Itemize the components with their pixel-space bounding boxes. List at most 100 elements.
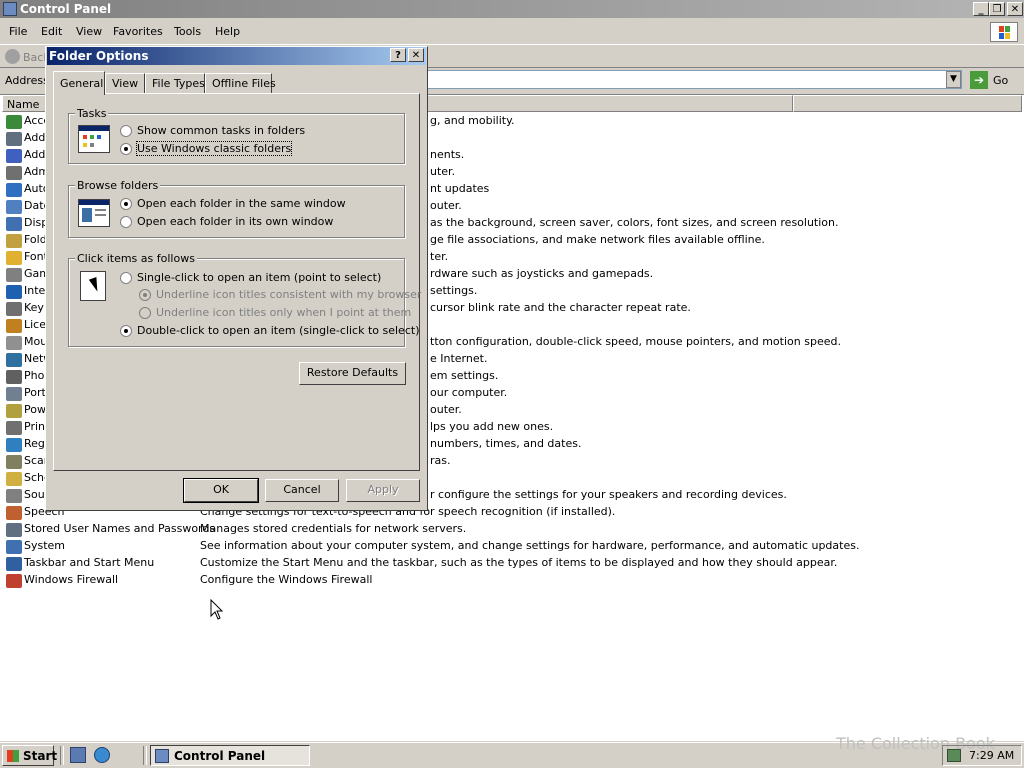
dialog-titlebar[interactable]: Folder Options ? ✕: [47, 47, 426, 65]
list-item-name[interactable]: System: [24, 539, 65, 552]
double-click-label[interactable]: Double-click to open an item (single-cli…: [137, 324, 419, 337]
go-button[interactable]: Go: [993, 74, 1008, 87]
apply-button[interactable]: Apply: [346, 479, 420, 502]
go-arrow-icon[interactable]: ➔: [970, 71, 988, 89]
list-item-icon[interactable]: [6, 336, 22, 350]
list-item-icon[interactable]: [6, 421, 22, 435]
back-arrow-icon[interactable]: [5, 49, 20, 64]
menu-edit[interactable]: Edit: [41, 25, 62, 38]
own-window-label[interactable]: Open each folder in its own window: [137, 215, 333, 228]
double-click-radio[interactable]: [120, 325, 132, 337]
list-item-name[interactable]: Fold: [24, 233, 47, 246]
close-button[interactable]: ✕: [1007, 2, 1023, 16]
list-item-icon[interactable]: [6, 251, 22, 265]
same-window-label[interactable]: Open each folder in the same window: [137, 197, 346, 210]
list-item-icon[interactable]: [6, 540, 22, 554]
list-item-name[interactable]: Pow: [24, 403, 46, 416]
single-click-radio[interactable]: [120, 272, 132, 284]
list-item-name[interactable]: Stored User Names and Passwords: [24, 522, 215, 535]
same-window-illustration-icon: [78, 199, 110, 227]
list-item-description: tton configuration, double-click speed, …: [430, 335, 841, 348]
control-panel-task-icon: [155, 749, 169, 763]
system-tray: 7:29 AM: [942, 745, 1022, 766]
column-header-extra[interactable]: [793, 95, 1022, 112]
list-item-name[interactable]: Windows Firewall: [24, 573, 118, 586]
list-item-icon[interactable]: [6, 574, 22, 588]
list-item-icon[interactable]: [6, 166, 22, 180]
menu-tools[interactable]: Tools: [174, 25, 201, 38]
list-item-icon[interactable]: [6, 489, 22, 503]
menu-bar: File Edit View Favorites Tools Help: [0, 22, 1024, 42]
list-item-icon[interactable]: [6, 404, 22, 418]
dialog-close-button[interactable]: ✕: [408, 48, 424, 62]
list-item-icon[interactable]: [6, 217, 22, 231]
network-tray-icon[interactable]: [947, 749, 961, 762]
list-item-icon[interactable]: [6, 149, 22, 163]
list-item-icon[interactable]: [6, 370, 22, 384]
underline-point-label[interactable]: Underline icon titles only when I point …: [156, 306, 411, 319]
list-item-name[interactable]: Mou: [24, 335, 47, 348]
list-item-icon[interactable]: [6, 506, 22, 520]
list-item-icon[interactable]: [6, 285, 22, 299]
address-dropdown-icon[interactable]: ▼: [946, 71, 961, 88]
list-item-icon[interactable]: [6, 319, 22, 333]
menu-favorites[interactable]: Favorites: [113, 25, 163, 38]
list-item-description: Manages stored credentials for network s…: [200, 522, 467, 535]
list-item-description: ras.: [430, 454, 451, 467]
tab-view[interactable]: View: [105, 73, 145, 93]
window-title: Control Panel: [20, 2, 112, 16]
ok-button[interactable]: OK: [183, 478, 259, 503]
list-item-icon[interactable]: [6, 438, 22, 452]
cancel-button[interactable]: Cancel: [265, 479, 339, 502]
list-item-icon[interactable]: [6, 523, 22, 537]
list-item-description: r configure the settings for your speake…: [430, 488, 787, 501]
underline-browser-radio[interactable]: [139, 289, 151, 301]
menu-file[interactable]: File: [9, 25, 27, 38]
show-common-tasks-radio[interactable]: [120, 125, 132, 137]
restore-button[interactable]: ❐: [989, 2, 1005, 16]
list-item-icon[interactable]: [6, 115, 22, 129]
menu-view[interactable]: View: [76, 25, 102, 38]
control-panel-icon: [3, 2, 17, 16]
underline-browser-label[interactable]: Underline icon titles consistent with my…: [156, 288, 421, 301]
list-item-name[interactable]: Inte: [24, 284, 45, 297]
window-titlebar[interactable]: Control Panel _ ❐ ✕: [0, 0, 1024, 18]
internet-explorer-icon[interactable]: [94, 747, 110, 763]
list-item-icon[interactable]: [6, 387, 22, 401]
tab-offline-files[interactable]: Offline Files: [205, 73, 276, 93]
own-window-radio[interactable]: [120, 216, 132, 228]
list-item-description: outer.: [430, 199, 462, 212]
list-item-name[interactable]: Port: [24, 386, 46, 399]
list-item-icon[interactable]: [6, 455, 22, 469]
minimize-button[interactable]: _: [973, 2, 989, 16]
menu-help[interactable]: Help: [215, 25, 240, 38]
start-button[interactable]: Start: [2, 745, 57, 766]
show-desktop-icon[interactable]: [70, 747, 86, 763]
taskbar-control-panel-button[interactable]: Control Panel: [150, 745, 310, 766]
list-item-description: g, and mobility.: [430, 114, 515, 127]
list-item-icon[interactable]: [6, 200, 22, 214]
single-click-label[interactable]: Single-click to open an item (point to s…: [137, 271, 381, 284]
help-button[interactable]: ?: [390, 48, 406, 62]
list-item-icon[interactable]: [6, 234, 22, 248]
list-item-icon[interactable]: [6, 472, 22, 486]
list-item-icon[interactable]: [6, 302, 22, 316]
use-classic-folders-label[interactable]: Use Windows classic folders: [135, 141, 293, 156]
use-classic-folders-radio[interactable]: [120, 143, 132, 155]
tab-general[interactable]: General: [53, 71, 105, 95]
mouse-pointer-icon: [210, 599, 224, 620]
list-item-name[interactable]: Add: [24, 131, 45, 144]
list-item-icon[interactable]: [6, 268, 22, 282]
list-item-name[interactable]: Taskbar and Start Menu: [24, 556, 154, 569]
list-item-icon[interactable]: [6, 183, 22, 197]
list-item-icon[interactable]: [6, 132, 22, 146]
same-window-radio[interactable]: [120, 198, 132, 210]
list-item-icon[interactable]: [6, 353, 22, 367]
show-common-tasks-label[interactable]: Show common tasks in folders: [137, 124, 305, 137]
tab-file-types[interactable]: File Types: [145, 73, 205, 93]
list-item-icon[interactable]: [6, 557, 22, 571]
list-item-name[interactable]: Add: [24, 148, 45, 161]
restore-defaults-button[interactable]: Restore Defaults: [299, 362, 406, 385]
underline-point-radio[interactable]: [139, 307, 151, 319]
list-item-description: as the background, screen saver, colors,…: [430, 216, 839, 229]
